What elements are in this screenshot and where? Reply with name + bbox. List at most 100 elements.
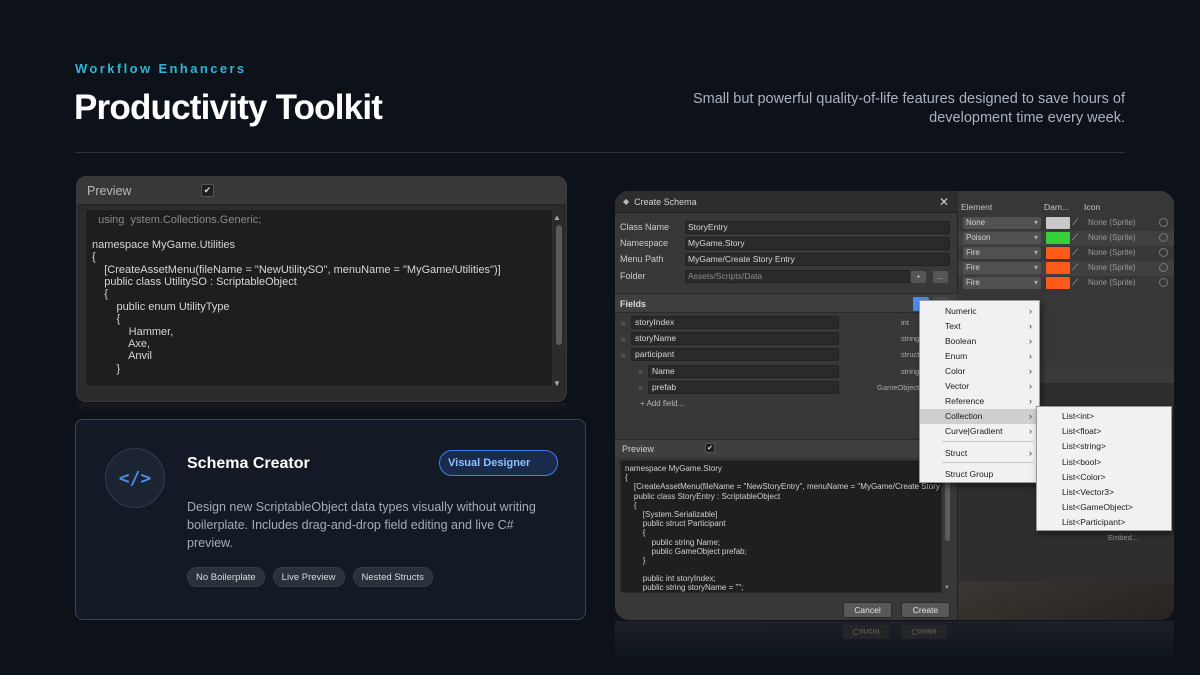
type-menu-item[interactable]: Curve|Gradient › (920, 424, 1039, 439)
drag-handle-icon[interactable]: ≡ (638, 384, 643, 393)
drag-handle-icon[interactable]: ≡ (621, 335, 626, 344)
type-menu-item[interactable]: Vector › (920, 379, 1039, 394)
scroll-down-icon[interactable]: ▼ (944, 585, 950, 591)
element-dropdown[interactable]: Fire (963, 262, 1041, 274)
close-icon[interactable]: ✕ (939, 195, 949, 209)
folder-label: Folder (620, 271, 646, 281)
editor-preview-checkbox[interactable]: ✔ (705, 443, 715, 453)
element-dropdown[interactable]: Fire (963, 247, 1041, 259)
editor-reflection: Cancel Create (615, 621, 1174, 675)
menu-item-label: Boolean (945, 336, 977, 346)
menu-item-label: Numeric (945, 306, 977, 316)
collection-menu-item[interactable]: List<Vector3> (1037, 485, 1171, 500)
collection-menu-item[interactable]: List<float> (1037, 424, 1171, 439)
element-dropdown[interactable]: None (963, 217, 1041, 229)
field-type-label[interactable]: string (901, 334, 919, 343)
drag-handle-icon[interactable]: ≡ (621, 319, 626, 328)
menu-item-label: Struct (945, 448, 968, 458)
icon-field[interactable]: None (Sprite) (1088, 233, 1136, 242)
damage-color-swatch[interactable] (1046, 262, 1070, 274)
preview-checkbox[interactable]: ✔ (201, 184, 214, 197)
icon-field[interactable]: None (Sprite) (1088, 278, 1136, 287)
chevron-right-icon: › (1029, 448, 1032, 458)
field-type-label[interactable]: int (901, 318, 909, 327)
type-menu-item[interactable]: Color › (920, 364, 1039, 379)
field-type-label[interactable]: string (901, 367, 919, 376)
field-name-input[interactable]: storyName (631, 332, 839, 345)
element-dropdown[interactable]: Fire (963, 277, 1041, 289)
collection-menu-item[interactable]: List<bool> (1037, 455, 1171, 470)
preview-scrollbar[interactable]: ▲ ▼ (553, 211, 563, 388)
eyedropper-icon[interactable]: ⟋ (1072, 232, 1078, 243)
column-damage[interactable]: Dam... (1044, 202, 1069, 212)
damage-color-swatch[interactable] (1046, 232, 1070, 244)
menu-path-field[interactable]: MyGame/Create Story Entry (685, 253, 950, 266)
damage-color-swatch[interactable] (1046, 217, 1070, 229)
chevron-right-icon: › (1029, 306, 1032, 316)
feature-card: </> Schema Creator Visual Designer Desig… (75, 419, 586, 620)
type-menu-item[interactable]: Collection › (920, 409, 1039, 424)
folder-select-button[interactable]: • (911, 271, 926, 283)
object-picker-icon[interactable] (1159, 278, 1168, 287)
class-name-field[interactable]: StoryEntry (685, 221, 950, 234)
drag-handle-icon[interactable]: ≡ (638, 368, 643, 377)
scroll-down-icon[interactable]: ▼ (553, 379, 561, 388)
object-picker-icon[interactable] (1159, 233, 1168, 242)
field-type-label[interactable]: GameObject (877, 383, 919, 392)
collection-menu-item[interactable]: List<Participant> (1037, 515, 1171, 530)
drag-handle-icon[interactable]: ≡ (621, 351, 626, 360)
field-name-input[interactable]: Name (648, 365, 839, 378)
eyedropper-icon[interactable]: ⟋ (1072, 262, 1078, 273)
scroll-up-icon[interactable]: ▲ (553, 213, 561, 222)
code-line: { (92, 288, 108, 301)
object-picker-icon[interactable] (1159, 218, 1168, 227)
type-menu-item[interactable]: Boolean › (920, 334, 1039, 349)
type-menu-item[interactable]: Struct Group (920, 467, 1039, 482)
field-name-input[interactable]: storyIndex (631, 316, 839, 329)
collection-menu-item[interactable]: List<Color> (1037, 470, 1171, 485)
column-icon[interactable]: Icon (1084, 202, 1100, 212)
column-element[interactable]: Element (961, 202, 992, 212)
window-titlebar[interactable]: ◆ Create Schema (615, 191, 958, 213)
type-menu-item[interactable]: Numeric › (920, 304, 1039, 319)
unity-logo-icon: ◆ (623, 197, 630, 206)
collection-menu-item[interactable]: List<string> (1037, 439, 1171, 454)
icon-field[interactable]: None (Sprite) (1088, 248, 1136, 257)
folder-browse-button[interactable]: ... (933, 271, 948, 283)
inspector-row: Fire ⟋ None (Sprite) (958, 261, 1174, 276)
collection-menu-item[interactable]: List<int> (1037, 409, 1171, 424)
code-line: public class UtilitySO : ScriptableObjec… (92, 275, 297, 288)
field-type-label[interactable]: struct (901, 350, 919, 359)
field-name-input[interactable]: prefab (648, 381, 839, 394)
field-name-input[interactable]: participant (631, 348, 839, 361)
chevron-right-icon: › (1029, 396, 1032, 406)
scroll-thumb[interactable] (556, 225, 562, 345)
add-field-link[interactable]: + Add field... (640, 399, 684, 408)
collection-menu-item[interactable]: List<GameObject> (1037, 500, 1171, 515)
code-line: public string Name; (625, 537, 721, 547)
code-line: public int storyIndex; (625, 574, 716, 584)
icon-field[interactable]: None (Sprite) (1088, 218, 1136, 227)
eyedropper-icon[interactable]: ⟋ (1072, 247, 1078, 258)
type-menu-item[interactable]: Enum › (920, 349, 1039, 364)
header-divider (75, 152, 1125, 153)
menu-separator (942, 462, 1034, 463)
eyedropper-icon[interactable]: ⟋ (1072, 277, 1078, 288)
create-button[interactable]: Create (901, 602, 950, 618)
object-picker-icon[interactable] (1159, 248, 1168, 257)
element-dropdown[interactable]: Poison (963, 232, 1041, 244)
visual-designer-badge: Visual Designer (439, 450, 558, 476)
icon-field[interactable]: None (Sprite) (1088, 263, 1136, 272)
chevron-right-icon: › (1029, 336, 1032, 346)
object-picker-icon[interactable] (1159, 263, 1168, 272)
cancel-button[interactable]: Cancel (843, 602, 892, 618)
type-menu-item[interactable]: Struct › (920, 446, 1039, 461)
folder-field[interactable]: Assets/Scripts/Data (685, 270, 910, 283)
damage-color-swatch[interactable] (1046, 277, 1070, 289)
inspector-row: Poison ⟋ None (Sprite) (958, 231, 1174, 246)
type-menu-item[interactable]: Text › (920, 319, 1039, 334)
eyedropper-icon[interactable]: ⟋ (1072, 217, 1078, 228)
type-menu-item[interactable]: Reference › (920, 394, 1039, 409)
namespace-field[interactable]: MyGame.Story (685, 237, 950, 250)
damage-color-swatch[interactable] (1046, 247, 1070, 259)
